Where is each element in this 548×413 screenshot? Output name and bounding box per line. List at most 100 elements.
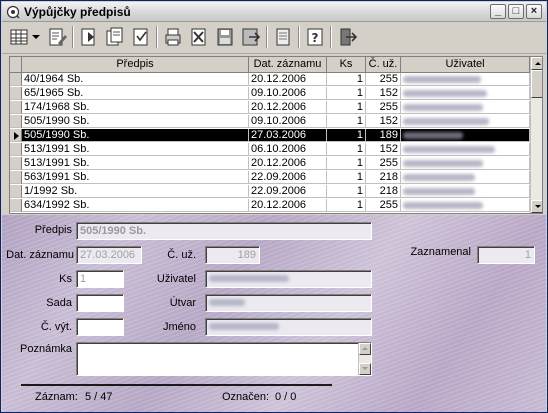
arrow-up-icon [535, 62, 541, 65]
poznamka-scrollbar[interactable] [358, 343, 371, 375]
dat-zaznamu-field[interactable]: 27.03.2006 [76, 246, 142, 264]
close-button[interactable]: × [526, 4, 542, 19]
cell-cuz: 218 [366, 185, 401, 198]
cell-predpis: 513/1991 Sb. [22, 143, 249, 156]
row-indicator [10, 87, 22, 100]
detail-panel: Předpis 505/1990 Sb. Dat. záznamu 27.03.… [2, 215, 546, 412]
arrow-up-icon [362, 347, 368, 350]
cell-ks: 1 [327, 199, 366, 212]
table-row[interactable]: 1/1992 Sb. 22.09.2006 1 218 [10, 185, 530, 198]
column-header-ks[interactable]: Ks [327, 57, 366, 73]
cell-predpis: 174/1968 Sb. [22, 101, 249, 114]
cell-uzivatel [401, 157, 530, 170]
arrow-down-icon [362, 367, 368, 370]
cell-predpis: 40/1964 Sb. [22, 73, 249, 86]
dat-zaznamu-label: Dat. záznamu [6, 249, 74, 261]
scroll-down-button[interactable] [531, 200, 542, 213]
toolbar-separator [330, 26, 332, 48]
cell-predpis: 505/1990 Sb. [22, 115, 249, 128]
redacted-value [209, 323, 279, 330]
uzivatel-field[interactable] [205, 270, 372, 288]
cell-uzivatel [401, 143, 530, 156]
redacted-value [403, 146, 495, 153]
redacted-value [209, 275, 289, 282]
minimize-button[interactable]: _ [490, 4, 506, 19]
sada-field[interactable] [76, 294, 124, 312]
table-row[interactable]: 513/1991 Sb. 20.12.2006 1 255 [10, 157, 530, 170]
records-grid[interactable]: Předpis Dat. záznamu Ks Č. už. Uživatel … [9, 56, 543, 214]
header-indicator [10, 57, 22, 73]
status-divider [21, 384, 332, 386]
toolbar-separator [156, 26, 158, 48]
note-icon[interactable] [130, 26, 152, 48]
edit-record-icon[interactable] [46, 26, 68, 48]
cell-uzivatel [401, 171, 530, 184]
table-row[interactable]: 65/1965 Sb. 09.10.2006 1 152 [10, 87, 530, 100]
export-icon[interactable] [240, 26, 262, 48]
cell-cuz: 255 [366, 199, 401, 212]
cell-predpis: 505/1990 Sb. [22, 129, 249, 142]
cell-datum: 09.10.2006 [249, 115, 327, 128]
grid-view-icon[interactable] [8, 26, 30, 48]
maximize-button[interactable]: □ [508, 4, 524, 19]
help-icon[interactable]: ? [304, 26, 326, 48]
print-icon[interactable] [162, 26, 184, 48]
redacted-value [403, 132, 463, 139]
column-header-cuz[interactable]: Č. už. [366, 57, 401, 73]
scroll-up-button[interactable] [359, 343, 371, 355]
row-indicator [10, 199, 22, 212]
copy-record-icon[interactable] [104, 26, 126, 48]
table-row[interactable]: 505/1990 Sb. 27.03.2006 1 189 [10, 129, 530, 142]
redacted-value [209, 299, 245, 306]
column-header-predpis[interactable]: Předpis [22, 57, 249, 73]
delete-record-icon[interactable] [188, 26, 210, 48]
app-icon [6, 5, 20, 19]
zaznamenal-field[interactable]: 1 [477, 246, 535, 264]
arrow-down-icon [535, 205, 541, 208]
cell-uzivatel [401, 115, 530, 128]
cell-predpis: 513/1991 Sb. [22, 157, 249, 170]
ks-field[interactable]: 1 [76, 270, 124, 288]
cell-datum: 20.12.2006 [249, 157, 327, 170]
cell-ks: 1 [327, 101, 366, 114]
oznaceno-value: 0 / 0 [275, 391, 297, 403]
cuz-label: Č. už. [167, 249, 196, 261]
cell-cuz: 189 [366, 129, 401, 142]
table-row[interactable]: 40/1964 Sb. 20.12.2006 1 255 [10, 73, 530, 86]
row-indicator [10, 129, 22, 142]
cell-ks: 1 [327, 129, 366, 142]
redacted-value [403, 118, 489, 125]
grid-vertical-scrollbar[interactable] [530, 57, 542, 213]
cvyt-field[interactable] [76, 318, 124, 336]
toolbar: ? [2, 22, 546, 54]
utvar-field[interactable] [205, 294, 372, 312]
column-header-datum[interactable]: Dat. záznamu [249, 57, 327, 73]
exit-icon[interactable] [336, 26, 358, 48]
save-icon[interactable] [214, 26, 236, 48]
jmeno-field[interactable] [205, 318, 372, 336]
cell-ks: 1 [327, 143, 366, 156]
current-row-arrow-icon [14, 132, 19, 140]
cuz-field[interactable]: 189 [205, 246, 260, 264]
scroll-thumb[interactable] [531, 70, 542, 98]
cell-predpis: 1/1992 Sb. [22, 185, 249, 198]
table-row[interactable]: 563/1991 Sb. 22.09.2006 1 218 [10, 171, 530, 184]
scroll-down-button[interactable] [359, 363, 371, 375]
table-row[interactable]: 174/1968 Sb. 20.12.2006 1 255 [10, 101, 530, 114]
predpis-field[interactable]: 505/1990 Sb. [76, 222, 372, 240]
poznamka-textarea[interactable] [76, 342, 372, 376]
table-row[interactable]: 513/1991 Sb. 06.10.2006 1 152 [10, 143, 530, 156]
first-record-icon[interactable] [78, 26, 100, 48]
row-indicator [10, 171, 22, 184]
title-bar: Výpůjčky předpisů _ □ × [2, 2, 546, 22]
cell-ks: 1 [327, 185, 366, 198]
table-row[interactable]: 505/1990 Sb. 09.10.2006 1 152 [10, 115, 530, 128]
column-header-uzivatel[interactable]: Uživatel [401, 57, 530, 73]
table-row[interactable]: 634/1992 Sb. 20.12.2006 1 255 [10, 199, 530, 212]
row-indicator [10, 143, 22, 156]
cell-datum: 20.12.2006 [249, 199, 327, 212]
document-icon[interactable] [272, 26, 294, 48]
scroll-up-button[interactable] [531, 57, 542, 70]
cell-ks: 1 [327, 115, 366, 128]
chevron-down-icon[interactable] [32, 35, 40, 39]
